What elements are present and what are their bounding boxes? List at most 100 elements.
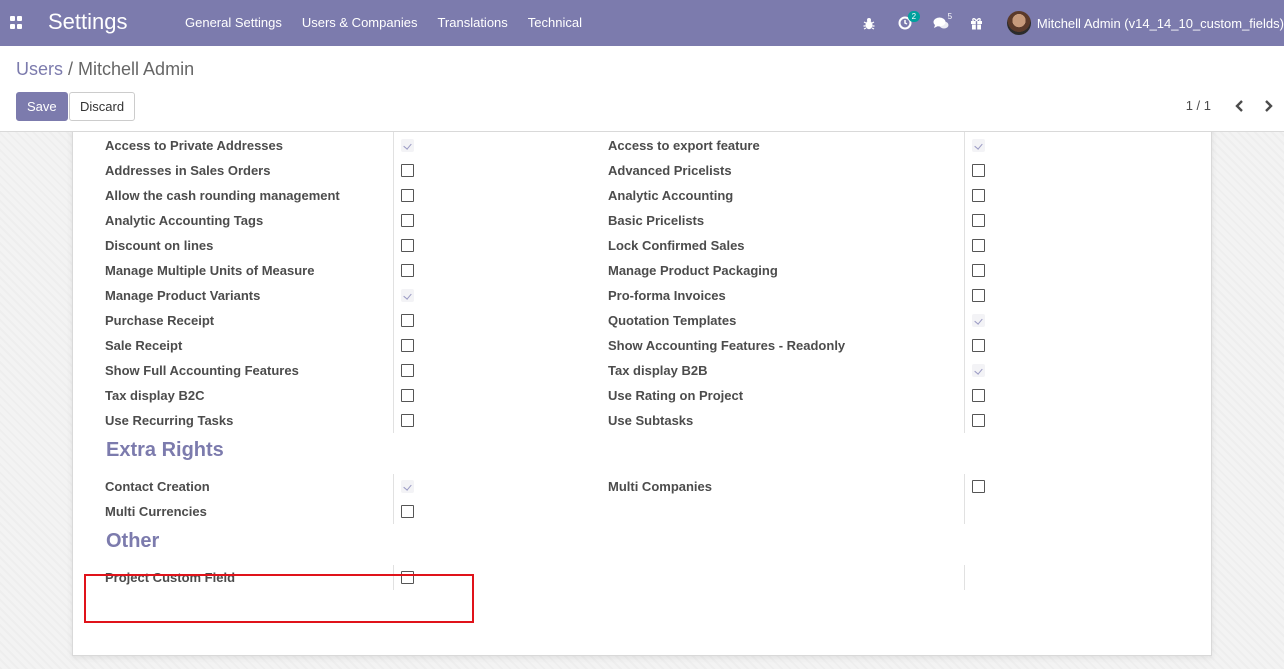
table-row: Use Recurring Tasks Use Subtasks — [73, 408, 1213, 433]
checkbox-right[interactable] — [972, 480, 985, 493]
checkbox-right[interactable] — [972, 189, 985, 202]
table-row: Addresses in Sales Orders Advanced Pricel… — [73, 158, 1213, 183]
field-divider — [964, 308, 965, 333]
checkbox-left[interactable] — [401, 414, 414, 427]
right-label-left: Manage Multiple Units of Measure — [105, 263, 315, 278]
right-label-left: Discount on lines — [105, 238, 214, 253]
right-label-left: Multi Currencies — [105, 504, 207, 519]
table-row: Purchase Receipt Quotation Templates — [73, 308, 1213, 333]
table-row: Analytic Accounting Tags Basic Pricelists — [73, 208, 1213, 233]
messages-count-badge: 5 — [947, 12, 953, 21]
chevron-right-icon[interactable] — [1261, 98, 1275, 114]
field-divider — [393, 383, 394, 408]
right-label-left: Analytic Accounting Tags — [105, 213, 264, 228]
breadcrumb: Users / Mitchell Admin — [16, 59, 194, 80]
app-title[interactable]: Settings — [48, 9, 128, 35]
field-divider — [964, 258, 965, 283]
field-divider — [393, 499, 394, 524]
checkbox-left[interactable] — [401, 389, 414, 402]
right-label-left: Use Recurring Tasks — [105, 413, 234, 428]
checkbox-left[interactable] — [401, 314, 414, 327]
table-row: Multi Currencies — [73, 499, 1213, 524]
right-label-left: Access to Private Addresses — [105, 138, 284, 153]
checkbox-left[interactable] — [401, 505, 414, 518]
messages-chat-icon[interactable]: 5 — [928, 0, 954, 46]
user-name: Mitchell Admin (v14_14_10_custom_fields) — [1036, 15, 1284, 31]
apps-menu-icon[interactable] — [10, 16, 23, 29]
right-label-left: Tax display B2C — [105, 388, 205, 403]
checkbox-right[interactable] — [972, 414, 985, 427]
right-label-right: Show Accounting Features - Readonly — [608, 338, 846, 353]
chevron-left-icon[interactable] — [1233, 98, 1247, 114]
top-navbar: Settings General Settings Users & Compan… — [0, 0, 1284, 46]
field-divider — [393, 158, 394, 183]
table-row: Access to Private Addresses Access to exp… — [73, 133, 1213, 158]
table-row: Tax display B2C Use Rating on Project — [73, 383, 1213, 408]
breadcrumb-parent[interactable]: Users — [16, 59, 63, 79]
table-row: Allow the cash rounding management Analyt… — [73, 183, 1213, 208]
checkbox-left[interactable] — [401, 189, 414, 202]
form-sheet: A warning can be set on a partner (Accou… — [72, 132, 1212, 656]
right-label-left: Purchase Receipt — [105, 313, 215, 328]
menu-translations[interactable]: Translations — [437, 15, 507, 30]
table-row: Contact Creation Multi Companies — [73, 474, 1213, 499]
checkbox-right[interactable] — [972, 314, 985, 327]
right-label-right: Advanced Pricelists — [608, 163, 732, 178]
checkbox-left[interactable] — [401, 214, 414, 227]
field-divider — [393, 474, 394, 499]
checkbox-left[interactable] — [401, 239, 414, 252]
section-title-other: Other — [106, 530, 160, 552]
gift-icon[interactable] — [964, 0, 990, 46]
field-divider — [964, 474, 965, 499]
field-divider — [964, 499, 965, 524]
checkbox-right[interactable] — [972, 389, 985, 402]
table-row: Discount on lines Lock Confirmed Sales — [73, 233, 1213, 258]
field-divider — [393, 133, 394, 158]
section-title-extra-rights: Extra Rights — [106, 439, 224, 461]
table-row: Manage Product Variants Pro-forma Invoice… — [73, 283, 1213, 308]
form-view-background: A warning can be set on a partner (Accou… — [0, 132, 1284, 669]
checkbox-right[interactable] — [972, 214, 985, 227]
checkbox-left[interactable] — [401, 164, 414, 177]
field-divider — [964, 183, 965, 208]
user-menu[interactable]: Mitchell Admin (v14_14_10_custom_fields) — [1006, 11, 1284, 35]
field-divider — [393, 258, 394, 283]
checkbox-right[interactable] — [972, 364, 985, 377]
field-divider — [964, 565, 965, 590]
checkbox-left[interactable] — [401, 264, 414, 277]
field-divider — [393, 208, 394, 233]
checkbox-left[interactable] — [401, 139, 414, 152]
field-divider — [393, 358, 394, 383]
activity-count-badge: 2 — [907, 11, 920, 22]
checkbox-right[interactable] — [972, 164, 985, 177]
field-divider — [964, 408, 965, 433]
discard-button[interactable]: Discard — [69, 92, 136, 121]
right-label-right: Multi Companies — [608, 479, 713, 494]
activity-clock-icon[interactable]: 2 — [892, 0, 920, 46]
menu-general-settings[interactable]: General Settings — [185, 15, 282, 30]
systray: 2 5 Mitchell Admin (v14_14_10_custom_fie… — [851, 0, 1284, 46]
checkbox-right[interactable] — [972, 339, 985, 352]
avatar — [1006, 11, 1031, 35]
checkbox-right[interactable] — [972, 289, 985, 302]
breadcrumb-current: Mitchell Admin — [78, 59, 195, 79]
debug-bug-icon[interactable] — [856, 0, 882, 46]
menu-users-companies[interactable]: Users & Companies — [302, 15, 418, 30]
save-button[interactable]: Save — [16, 92, 68, 121]
checkbox-right[interactable] — [972, 139, 985, 152]
checkbox-left[interactable] — [401, 480, 414, 493]
checkbox-left[interactable] — [401, 364, 414, 377]
right-label-right: Analytic Accounting — [608, 188, 734, 203]
field-divider — [964, 333, 965, 358]
pager-value[interactable]: 1 / 1 — [1186, 98, 1211, 113]
right-label-right: Tax display B2B — [608, 363, 708, 378]
checkbox-right[interactable] — [972, 264, 985, 277]
main-menu: General Settings Users & Companies Trans… — [175, 15, 592, 30]
table-row: Show Full Accounting Features Tax display… — [73, 358, 1213, 383]
field-divider — [393, 283, 394, 308]
checkbox-left[interactable] — [401, 289, 414, 302]
checkbox-left[interactable] — [401, 339, 414, 352]
menu-technical[interactable]: Technical — [528, 15, 582, 30]
checkbox-right[interactable] — [972, 239, 985, 252]
field-divider — [964, 283, 965, 308]
